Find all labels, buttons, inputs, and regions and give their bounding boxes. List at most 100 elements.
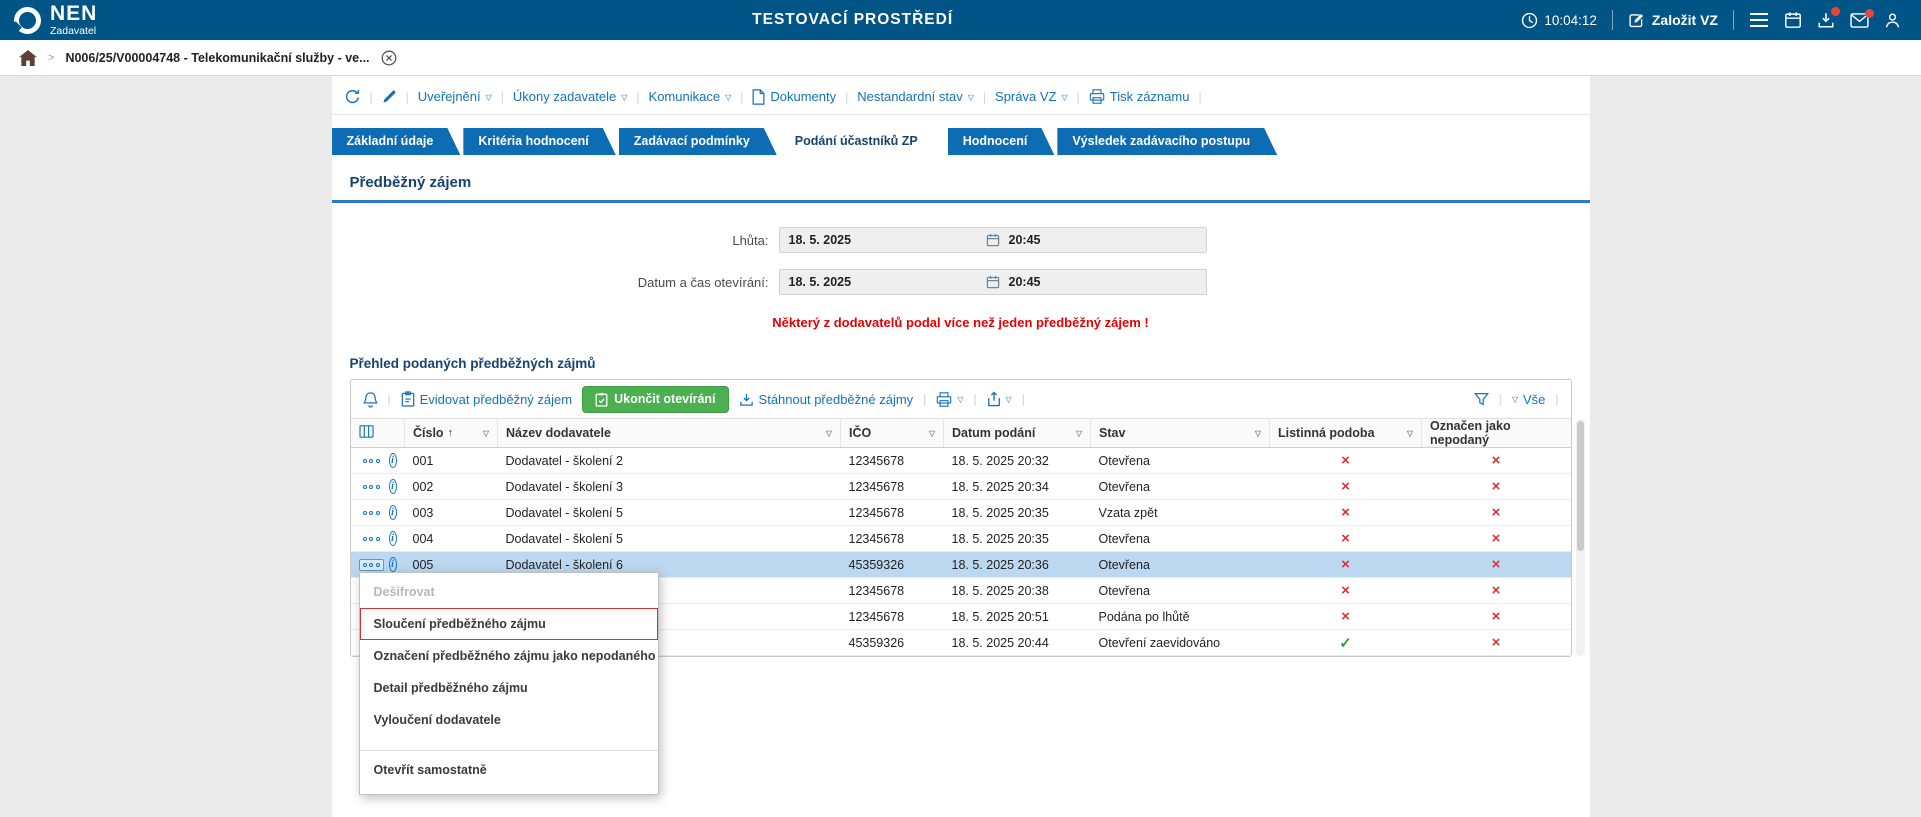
warning-message: Některý z dodavatelů podal více než jede… xyxy=(332,315,1590,330)
listinna-mark: × xyxy=(1341,478,1350,495)
calendar-icon[interactable] xyxy=(986,233,1000,247)
column-header-listinna[interactable]: Listinná podoba▽ xyxy=(1270,419,1422,448)
column-header-nepodany[interactable]: Označen jako nepodaný xyxy=(1422,419,1571,448)
filter-triangle-icon[interactable]: ▽ xyxy=(483,430,489,438)
nen-logo[interactable]: NEN Zadavatel xyxy=(14,3,184,37)
cell-ico: 12345678 xyxy=(841,500,944,526)
history-icon[interactable] xyxy=(344,88,361,105)
evidovat-button[interactable]: Evidovat předběžný zájem xyxy=(401,391,572,407)
menubar-dokumenty[interactable]: Dokumenty xyxy=(752,89,836,105)
listinna-mark: × xyxy=(1341,504,1350,521)
divider: | xyxy=(740,90,743,104)
cell-ico: 45359326 xyxy=(841,630,944,656)
info-icon[interactable]: i xyxy=(389,557,397,572)
info-icon[interactable]: i xyxy=(389,479,397,494)
nepodany-mark: × xyxy=(1492,530,1501,547)
export-button[interactable]: ▽ xyxy=(987,391,1012,407)
filter-triangle-icon[interactable]: ▽ xyxy=(1407,430,1413,438)
filter-all-dropdown[interactable]: ▽Vše xyxy=(1512,392,1546,407)
info-icon[interactable]: i xyxy=(389,453,397,468)
breadcrumb-record[interactable]: N006/25/V00004748 - Telekomunikační služ… xyxy=(65,51,369,65)
table-row[interactable]: i 004 Dodavatel - školení 5 12345678 18.… xyxy=(351,526,1571,552)
close-record-icon[interactable] xyxy=(381,50,397,66)
column-header-cislo[interactable]: Číslo↑▽ xyxy=(405,419,498,448)
tab-vysledek-zadavaciho-postupu[interactable]: Výsledek zadávacího postupu xyxy=(1057,128,1277,155)
cell-ico: 12345678 xyxy=(841,526,944,552)
form-row: Lhůta: 18. 5. 2025 20:45 xyxy=(332,227,1590,253)
filter-icon[interactable] xyxy=(1474,392,1489,406)
vertical-scrollbar[interactable] xyxy=(1576,419,1585,656)
lhuta-field[interactable]: 18. 5. 2025 20:45 xyxy=(779,227,1207,253)
column-header-datum[interactable]: Datum podání▽ xyxy=(944,419,1091,448)
divider: | xyxy=(501,90,504,104)
oteviran-field[interactable]: 18. 5. 2025 20:45 xyxy=(779,269,1207,295)
row-menu-button[interactable] xyxy=(359,481,384,493)
tab-kriteria-hodnoceni[interactable]: Kritéria hodnocení xyxy=(463,128,615,155)
table-row[interactable]: i 003 Dodavatel - školení 5 12345678 18.… xyxy=(351,500,1571,526)
menubar-ukony-zadavatele[interactable]: Úkony zadavatele▽ xyxy=(513,89,628,104)
nen-logo-icon xyxy=(14,7,41,34)
cell-stav: Otevřena xyxy=(1091,552,1270,578)
downloads-icon[interactable] xyxy=(1817,11,1835,29)
listinna-mark: × xyxy=(1341,608,1350,625)
tab-zakladni-udaje[interactable]: Základní údaje xyxy=(332,128,461,155)
messages-icon[interactable] xyxy=(1850,13,1869,28)
cell-stav: Otevřena xyxy=(1091,526,1270,552)
menubar-komunikace[interactable]: Komunikace▽ xyxy=(649,89,732,104)
menubar-nestandardni-stav[interactable]: Nestandardní stav▽ xyxy=(857,89,974,104)
user-icon[interactable] xyxy=(1884,12,1901,29)
stahnout-button[interactable]: Stáhnout předběžné zájmy xyxy=(739,392,914,407)
scrollbar-thumb[interactable] xyxy=(1577,421,1584,551)
nepodany-mark: × xyxy=(1492,452,1501,469)
tab-hodnoceni[interactable]: Hodnocení xyxy=(948,128,1055,155)
sort-asc-icon: ↑ xyxy=(448,427,454,439)
cell-cislo: 001 xyxy=(405,448,498,474)
listinna-mark: × xyxy=(1341,452,1350,469)
filter-triangle-icon[interactable]: ▽ xyxy=(929,430,935,438)
topbar: NEN Zadavatel TESTOVACÍ PROSTŘEDÍ 10:04:… xyxy=(0,0,1921,40)
menubar-tisk-zaznamu[interactable]: Tisk záznamu xyxy=(1089,89,1190,104)
column-header-nazev[interactable]: Název dodavatele▽ xyxy=(498,419,841,448)
calendar-icon[interactable] xyxy=(986,275,1000,289)
tab-zadavaci-podminky[interactable]: Zadávací podmínky xyxy=(619,128,777,155)
hamburger-menu-icon[interactable] xyxy=(1749,12,1769,28)
cell-stav: Otevřena xyxy=(1091,448,1270,474)
filter-triangle-icon[interactable]: ▽ xyxy=(1255,430,1261,438)
pencil-icon[interactable] xyxy=(382,89,397,104)
menubar-sprava-vz[interactable]: Správa VZ▽ xyxy=(995,89,1068,104)
cell-ico: 45359326 xyxy=(841,552,944,578)
info-icon[interactable]: i xyxy=(389,531,397,546)
row-menu-button[interactable] xyxy=(359,507,384,519)
menu-item-vylouceni[interactable]: Vyloučení dodavatele xyxy=(360,704,658,736)
table-row[interactable]: i 002 Dodavatel - školení 3 12345678 18.… xyxy=(351,474,1571,500)
menu-item-detail[interactable]: Detail předběžného zájmu xyxy=(360,672,658,704)
table-row[interactable]: i 001 Dodavatel - školení 2 12345678 18.… xyxy=(351,448,1571,474)
home-icon[interactable] xyxy=(19,50,37,66)
column-header-stav[interactable]: Stav▽ xyxy=(1091,419,1270,448)
zalozit-vz-button[interactable]: Založit VZ xyxy=(1628,12,1718,29)
row-menu-button[interactable] xyxy=(359,533,384,545)
notification-badge xyxy=(1831,7,1840,16)
row-menu-button[interactable] xyxy=(359,559,384,571)
info-icon[interactable]: i xyxy=(389,505,397,520)
cell-stav: Podána po lhůtě xyxy=(1091,604,1270,630)
column-chooser[interactable] xyxy=(351,419,405,448)
tab-podani-ucastniku-zp[interactable]: Podání účastníků ZP xyxy=(780,128,945,155)
menu-item-slouceni[interactable]: Sloučení předběžného zájmu xyxy=(360,608,658,640)
print-grid-button[interactable]: ▽ xyxy=(936,392,963,407)
listinna-mark: ✓ xyxy=(1339,635,1352,652)
filter-triangle-icon[interactable]: ▽ xyxy=(826,430,832,438)
form-row: Datum a čas otevírání: 18. 5. 2025 20:45 xyxy=(332,269,1590,295)
calendar-icon[interactable] xyxy=(1784,11,1802,29)
bell-icon[interactable] xyxy=(363,391,378,408)
divider: | xyxy=(923,392,926,406)
oteviran-label: Datum a čas otevírání: xyxy=(332,275,779,290)
menu-item-oznaceni-nepodaneho[interactable]: Označení předběžného zájmu jako nepodané… xyxy=(360,640,658,672)
column-header-ico[interactable]: IČO▽ xyxy=(841,419,944,448)
menubar-uverejneni[interactable]: Uveřejnění▽ xyxy=(418,89,492,104)
menu-item-otevrit-samostatne[interactable]: Otevřít samostatně xyxy=(360,750,658,786)
filter-triangle-icon[interactable]: ▽ xyxy=(1076,430,1082,438)
divider: | xyxy=(973,392,976,406)
ukoncit-oteviran-button[interactable]: Ukončit otevírání xyxy=(582,386,728,413)
row-menu-button[interactable] xyxy=(359,455,384,467)
